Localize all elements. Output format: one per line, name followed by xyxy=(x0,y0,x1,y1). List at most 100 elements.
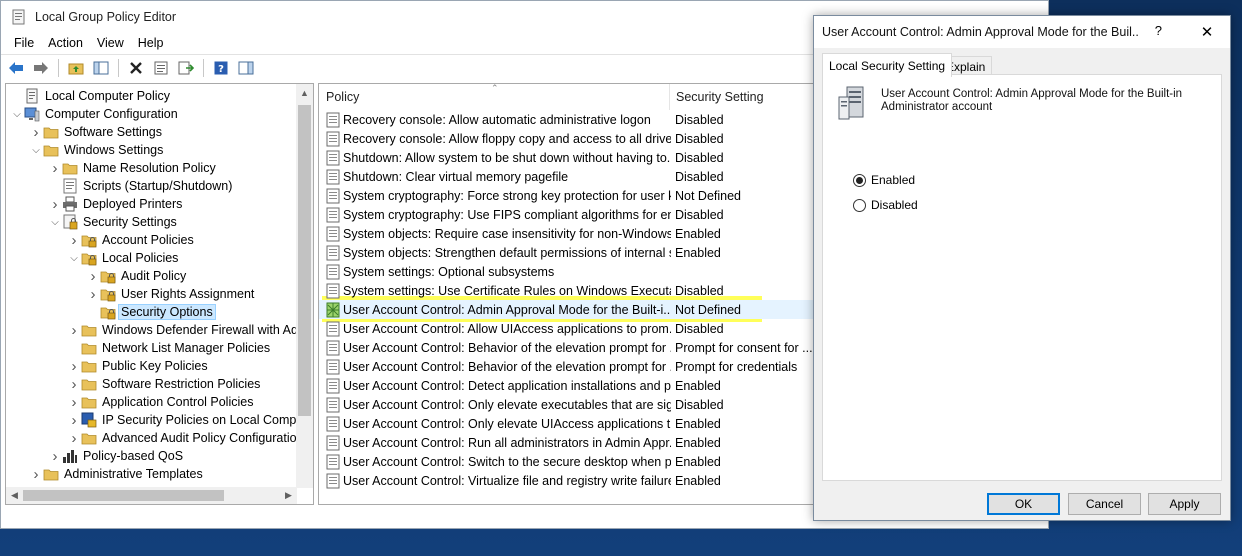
tree-item[interactable]: › Software Restriction Policies xyxy=(67,375,262,393)
scroll-up-icon[interactable]: ▲ xyxy=(296,84,313,101)
back-button[interactable] xyxy=(5,57,27,79)
menu-file[interactable]: File xyxy=(7,36,41,50)
policy-doc-icon xyxy=(325,207,341,223)
cancel-button[interactable]: Cancel xyxy=(1068,493,1141,515)
properties-button[interactable] xyxy=(150,57,172,79)
policy-security-setting: Not Defined xyxy=(675,188,742,203)
policy-name: Shutdown: Clear virtual memory pagefile xyxy=(343,169,569,184)
dialog-title: User Account Control: Admin Approval Mod… xyxy=(822,25,1140,39)
show-pane-button[interactable] xyxy=(235,57,257,79)
delete-button[interactable] xyxy=(125,57,147,79)
column-header-security-setting[interactable]: Security Setting xyxy=(669,84,819,110)
policy-doc-icon xyxy=(325,264,341,280)
tree-item-label: IP Security Policies on Local Compu xyxy=(102,413,304,427)
policy-security-setting: Disabled xyxy=(675,283,724,298)
tree-item[interactable]: › Account Policies xyxy=(67,231,196,249)
tree-item[interactable]: › Application Control Policies xyxy=(67,393,255,411)
expand-chevron-icon[interactable]: › xyxy=(67,375,81,393)
expand-chevron-icon[interactable]: › xyxy=(86,267,100,285)
tree-item[interactable]: ⌵ Local Policies xyxy=(67,249,180,267)
scroll-right-icon[interactable]: ▶ xyxy=(280,487,297,504)
computer-policy-icon xyxy=(24,88,40,104)
forward-button[interactable] xyxy=(30,57,52,79)
policy-security-setting: Enabled xyxy=(675,435,721,450)
expand-chevron-icon[interactable]: › xyxy=(67,231,81,249)
lock-folder-icon xyxy=(100,286,116,302)
expand-chevron-icon[interactable]: › xyxy=(29,123,43,141)
help-question-icon[interactable]: ? xyxy=(1155,23,1162,38)
ok-button[interactable]: OK xyxy=(987,493,1060,515)
scroll-left-icon[interactable]: ◀ xyxy=(6,487,23,504)
policy-doc-icon xyxy=(325,112,341,128)
tree-vertical-scrollbar[interactable]: ▲ xyxy=(296,84,313,488)
scroll-thumb[interactable] xyxy=(298,105,311,416)
expand-chevron-icon[interactable]: › xyxy=(48,195,62,213)
tree-item[interactable]: › Software Settings xyxy=(29,123,164,141)
collapse-chevron-icon[interactable]: ⌵ xyxy=(67,249,81,267)
tree-item[interactable]: › Audit Policy xyxy=(86,267,188,285)
tab-local-security-setting[interactable]: Local Security Setting xyxy=(822,53,953,77)
folder-icon xyxy=(43,142,59,158)
tree-item[interactable]: ⌵ Windows Settings xyxy=(29,141,165,159)
export-list-button[interactable] xyxy=(175,57,197,79)
collapse-chevron-icon[interactable]: ⌵ xyxy=(48,213,62,231)
folder-icon xyxy=(62,160,78,176)
help-button[interactable]: ? xyxy=(210,57,232,79)
collapse-chevron-icon[interactable]: ⌵ xyxy=(10,105,24,123)
policy-security-setting: Enabled xyxy=(675,454,721,469)
tree-item[interactable]: › Administrative Templates xyxy=(29,465,205,483)
expand-chevron-icon[interactable]: › xyxy=(29,465,43,483)
policy-doc-icon xyxy=(325,435,341,451)
disabled-radio-option[interactable]: Disabled xyxy=(853,198,918,212)
tree-item[interactable]: › Deployed Printers xyxy=(48,195,184,213)
menu-view[interactable]: View xyxy=(90,36,131,50)
tree-item[interactable]: ⌵ Computer Configuration xyxy=(10,105,180,123)
tree-item[interactable]: › Name Resolution Policy xyxy=(48,159,218,177)
menu-help[interactable]: Help xyxy=(131,36,171,50)
tree-item[interactable]: Network List Manager Policies xyxy=(67,339,272,357)
tree-item[interactable]: › Advanced Audit Policy Configuratio xyxy=(67,429,299,447)
up-one-level-button[interactable] xyxy=(65,57,87,79)
expand-chevron-icon[interactable]: › xyxy=(48,447,62,465)
menu-action[interactable]: Action xyxy=(41,36,90,50)
expand-chevron-icon[interactable]: › xyxy=(67,393,81,411)
disabled-radio-button[interactable] xyxy=(853,198,866,212)
expand-chevron-icon[interactable]: › xyxy=(67,321,81,339)
tree-item[interactable]: › User Rights Assignment xyxy=(86,285,256,303)
policy-name: System settings: Optional subsystems xyxy=(343,264,555,279)
tree-item[interactable]: Local Computer Policy xyxy=(10,87,172,105)
tree-item[interactable]: › IP Security Policies on Local Compu xyxy=(67,411,305,429)
expand-chevron-icon[interactable]: › xyxy=(67,411,81,429)
enabled-radio-button[interactable] xyxy=(853,173,866,187)
expand-chevron-icon[interactable]: › xyxy=(48,159,62,177)
collapse-chevron-icon[interactable]: ⌵ xyxy=(29,141,43,159)
console-tree[interactable]: Local Computer Policy ⌵ Computer Configura… xyxy=(5,83,314,505)
expand-chevron-icon[interactable]: › xyxy=(67,357,81,375)
policy-doc-icon xyxy=(325,321,341,337)
lock-folder-icon xyxy=(100,268,116,284)
tree-item[interactable]: › Public Key Policies xyxy=(67,357,210,375)
expand-chevron-icon[interactable]: › xyxy=(86,285,100,303)
scroll-thumb[interactable] xyxy=(23,490,224,501)
policy-security-setting: Enabled xyxy=(675,245,721,260)
dialog-titlebar[interactable]: User Account Control: Admin Approval Mod… xyxy=(814,16,1230,48)
printer-icon xyxy=(62,196,78,212)
tree-horizontal-scrollbar[interactable]: ◀ ▶ xyxy=(6,487,297,504)
policy-doc-selected-icon xyxy=(325,302,341,318)
dialog-close-button[interactable]: ✕ xyxy=(1184,16,1230,48)
apply-button[interactable]: Apply xyxy=(1148,493,1221,515)
tree-item[interactable]: ⌵ Security Settings xyxy=(48,213,179,231)
lock-folder-icon xyxy=(81,232,97,248)
tree-item[interactable]: › Policy-based QoS xyxy=(48,447,185,465)
disabled-label: Disabled xyxy=(871,198,918,212)
tree-item[interactable]: Security Options xyxy=(86,303,216,321)
tree-item[interactable]: Scripts (Startup/Shutdown) xyxy=(48,177,234,195)
column-header-policy[interactable]: Policy ⌃ xyxy=(319,84,669,110)
expand-chevron-icon[interactable]: › xyxy=(67,429,81,447)
enabled-radio-option[interactable]: Enabled xyxy=(853,173,915,187)
export-list-icon xyxy=(178,61,194,75)
show-hide-tree-button[interactable] xyxy=(90,57,112,79)
tree-item[interactable]: › Windows Defender Firewall with Adv xyxy=(67,321,306,339)
